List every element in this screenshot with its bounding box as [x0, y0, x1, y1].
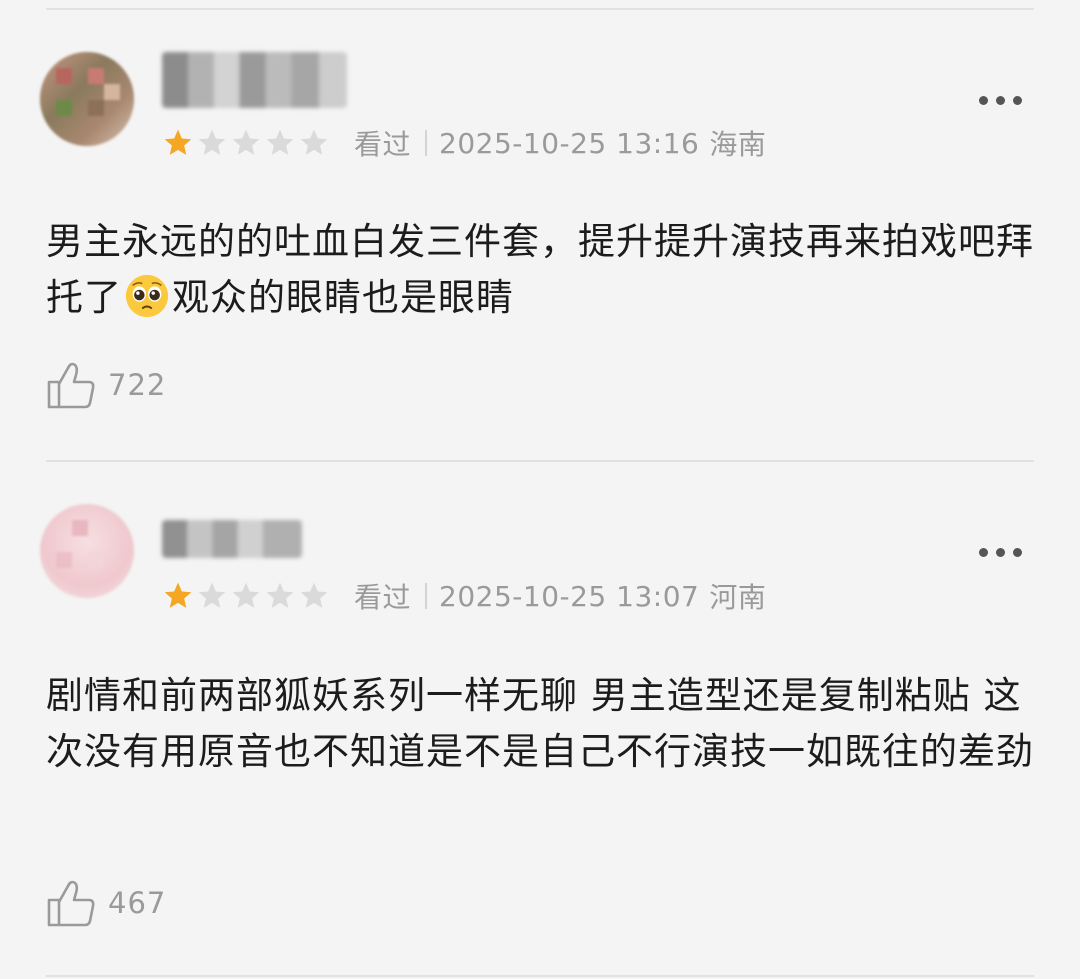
review-datetime: 2025-10-25 13:07 — [439, 579, 700, 613]
thumbs-up-icon — [47, 880, 95, 927]
review-location: 河南 — [709, 581, 767, 614]
star-rating — [162, 126, 330, 160]
like-button[interactable]: 467 — [46, 878, 166, 928]
username-blurred[interactable] — [162, 52, 347, 108]
star-empty-icon — [266, 582, 294, 608]
like-button[interactable]: 722 — [46, 360, 166, 410]
review-item: 看过 2025-10-25 13:07 河南 剧情和前两部狐妖系列一样无聊 男主… — [0, 460, 1080, 979]
star-rating — [162, 579, 330, 613]
star-empty-icon — [300, 582, 328, 608]
star-empty-icon — [198, 129, 226, 155]
more-options-icon[interactable] — [979, 542, 1022, 562]
watched-label: 看过 — [354, 581, 412, 614]
star-empty-icon — [266, 129, 294, 155]
review-content: 男主永远的的吐血白发三件套，提升提升演技再来拍戏吧拜托了 观众的眼睛也是眼睛 — [46, 214, 1040, 326]
bottom-divider — [46, 975, 1034, 977]
star-empty-icon — [232, 582, 260, 608]
watched-label: 看过 — [354, 128, 412, 161]
review-text-part2: 观众的眼睛也是眼睛 — [172, 276, 514, 319]
star-empty-icon — [300, 129, 328, 155]
review-content: 剧情和前两部狐妖系列一样无聊 男主造型还是复制粘贴 这次没有用原音也不知道是不是… — [46, 674, 1034, 773]
username-blurred[interactable] — [162, 520, 302, 558]
review-meta: 看过 2025-10-25 13:07 河南 — [354, 579, 767, 615]
review-item: 看过 2025-10-25 13:16 海南 男主永远的的吐血白发三件套，提升提… — [0, 0, 1080, 460]
meta-separator — [425, 583, 428, 609]
pleading-face-emoji-icon — [125, 274, 169, 318]
review-location: 海南 — [709, 128, 767, 161]
star-empty-icon — [198, 582, 226, 608]
like-count: 722 — [108, 368, 167, 402]
star-filled-icon — [164, 582, 192, 608]
star-filled-icon — [164, 129, 192, 155]
like-count: 467 — [108, 886, 167, 920]
review-datetime: 2025-10-25 13:16 — [439, 126, 700, 160]
avatar[interactable] — [40, 52, 134, 146]
meta-separator — [425, 130, 428, 156]
thumbs-up-icon — [47, 362, 95, 409]
avatar[interactable] — [40, 504, 134, 598]
review-meta: 看过 2025-10-25 13:16 海南 — [354, 126, 767, 162]
more-options-icon[interactable] — [979, 90, 1022, 110]
star-empty-icon — [232, 129, 260, 155]
